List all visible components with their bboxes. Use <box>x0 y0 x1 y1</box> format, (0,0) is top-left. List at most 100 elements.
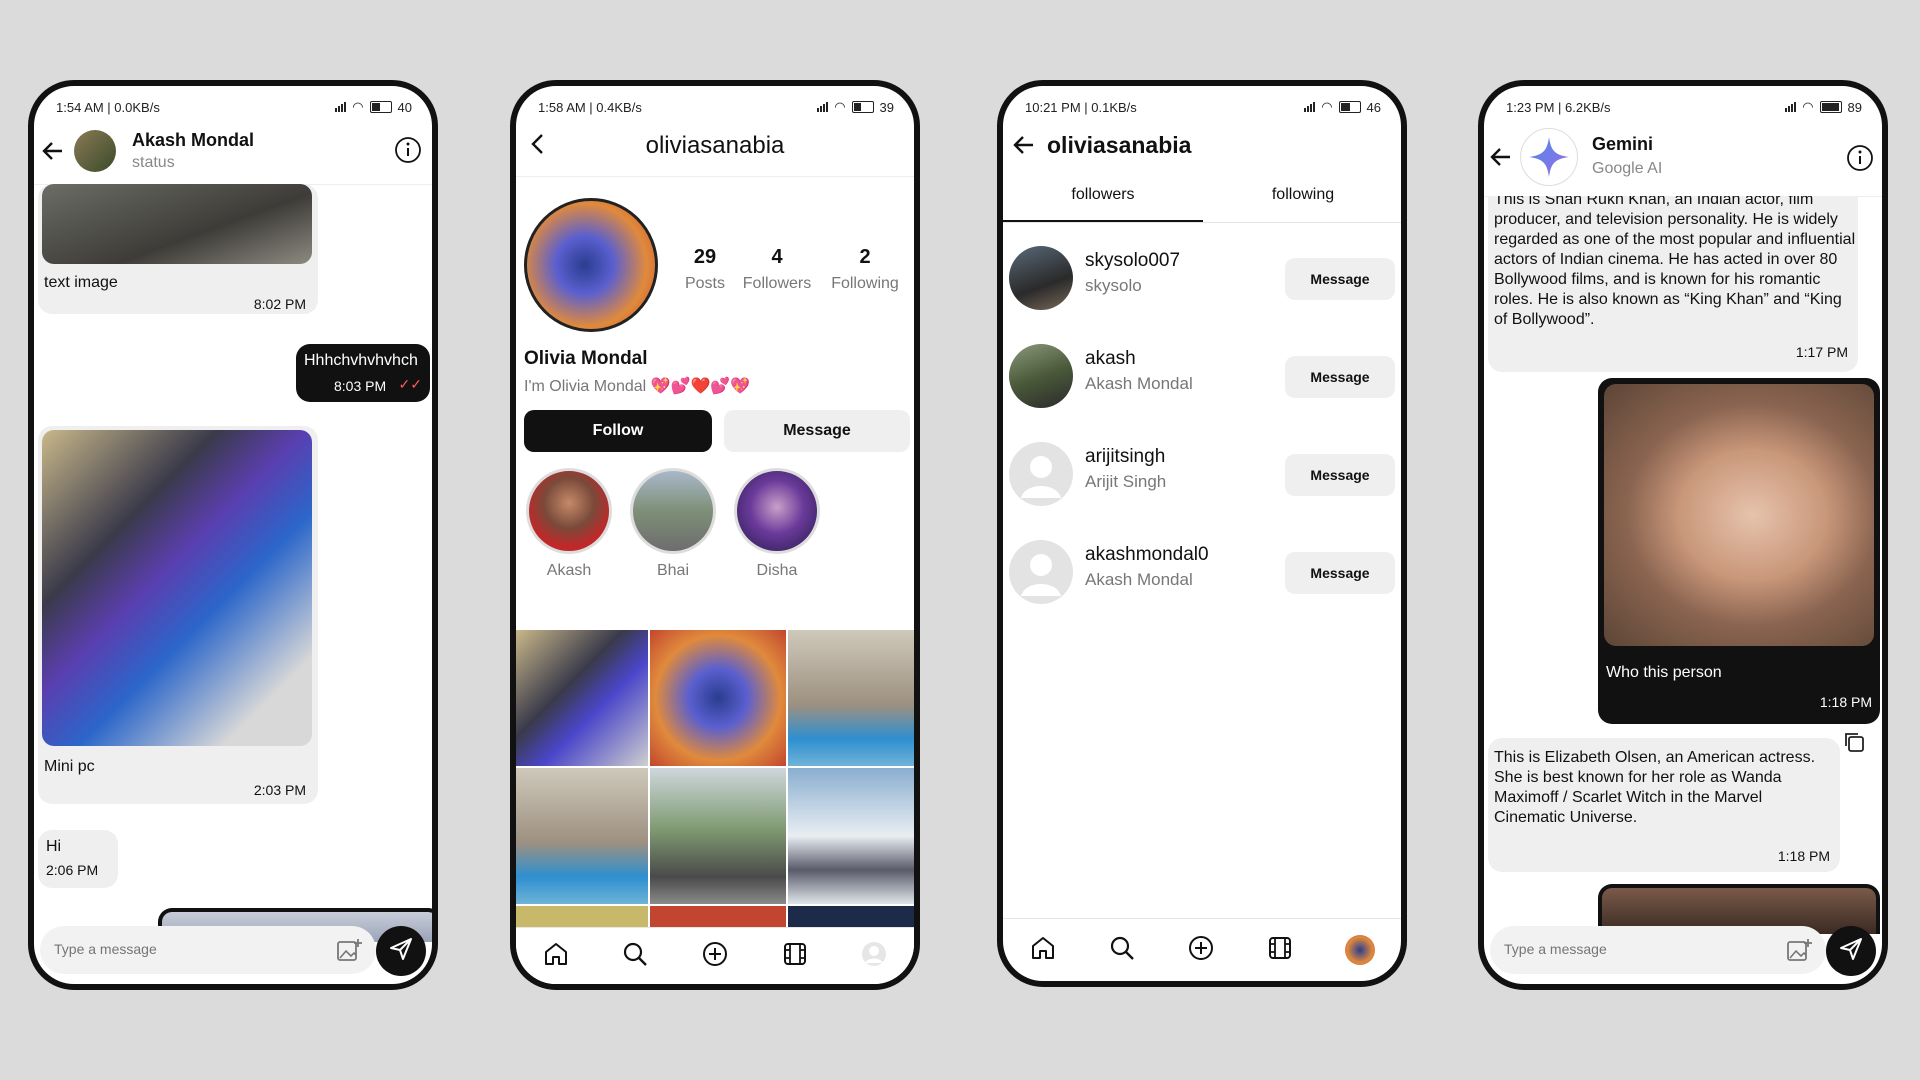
post-thumbnail[interactable] <box>516 630 648 766</box>
message-time: 1:18 PM <box>1819 694 1872 710</box>
message-text: Who this person <box>1606 664 1722 681</box>
stat-followers-value: 4 <box>771 246 783 268</box>
message-text: This is Shah Rukh Khan, an Indian actor,… <box>1494 196 1856 328</box>
post-thumbnail[interactable] <box>650 768 786 904</box>
send-icon <box>388 936 414 967</box>
message-image[interactable] <box>42 184 312 264</box>
phone-chat-akash: 1:54 AM | 0.0KB/s ◠ 40 Akash Mondal stat… <box>28 80 438 990</box>
list-item[interactable]: akash Akash Mondal Message <box>1003 330 1401 428</box>
message-input-bar[interactable] <box>40 926 376 974</box>
followers-list: skysolo007 skysolo Message akash Akash M… <box>1003 232 1401 632</box>
message-image[interactable] <box>42 430 312 746</box>
gemini-sparkle-icon[interactable] <box>1520 128 1578 186</box>
stat-following-label: Following <box>831 275 899 292</box>
message-time: 2:03 PM <box>253 782 306 798</box>
chat-name[interactable]: Gemini <box>1592 134 1653 155</box>
message-input[interactable] <box>52 940 326 958</box>
stat-following-value: 2 <box>859 246 871 268</box>
tab-following[interactable]: following <box>1203 186 1401 204</box>
list-item[interactable]: akashmondal0 Akash Mondal Message <box>1003 526 1401 624</box>
attach-image-icon[interactable] <box>336 938 362 967</box>
highlight-avatar <box>630 468 716 554</box>
default-avatar-icon <box>1009 442 1073 506</box>
avatar <box>1009 344 1073 408</box>
status-bar: 10:21 PM | 0.1KB/s ◠ 46 <box>1025 94 1381 120</box>
message-time: 2:06 PM <box>46 862 99 878</box>
search-icon[interactable] <box>1108 934 1136 967</box>
back-arrow-icon[interactable] <box>1011 132 1037 163</box>
status-icons: ◠ 39 <box>817 99 894 115</box>
send-button[interactable] <box>376 926 426 976</box>
message-button[interactable]: Message <box>1285 454 1395 496</box>
default-avatar-icon <box>1009 540 1073 604</box>
message-input[interactable] <box>1502 940 1776 958</box>
tab-followers[interactable]: followers <box>1003 186 1203 204</box>
chat-subtitle: Google AI <box>1592 160 1663 177</box>
posts-grid <box>516 630 914 930</box>
signal-icon <box>1304 102 1316 112</box>
stat-following[interactable]: 2 Following <box>822 246 908 293</box>
status-time: 10:21 PM | 0.1KB/s <box>1025 99 1137 115</box>
post-thumbnail[interactable] <box>788 768 914 904</box>
message-button[interactable]: Message <box>1285 258 1395 300</box>
profile-avatar-icon[interactable] <box>1345 935 1376 965</box>
signal-icon <box>335 102 347 112</box>
status-icons: ◠ 89 <box>1785 99 1862 115</box>
profile-stats: 29 Posts 4 Followers 2 Following <box>678 246 908 296</box>
list-item[interactable]: arijitsingh Arijit Singh Message <box>1003 428 1401 526</box>
copy-icon[interactable] <box>1842 730 1866 759</box>
back-arrow-icon[interactable] <box>40 138 66 169</box>
highlight-item[interactable]: Akash <box>522 468 616 580</box>
post-thumbnail[interactable] <box>516 768 648 904</box>
message-time: 1:18 PM <box>1777 848 1830 864</box>
highlight-item[interactable]: Bhai <box>626 468 720 580</box>
battery-level: 89 <box>1847 99 1862 115</box>
message-bubble-incoming[interactable]: This is Shah Rukh Khan, an Indian actor,… <box>1488 196 1858 372</box>
message-text: This is Elizabeth Olsen, an American act… <box>1494 749 1816 826</box>
message-bubble-incoming[interactable]: Mini pc 2:03 PM <box>38 426 318 804</box>
add-post-icon[interactable] <box>701 940 729 973</box>
message-bubble-incoming[interactable]: This is Elizabeth Olsen, an American act… <box>1488 738 1840 872</box>
message-button[interactable]: Message <box>1285 552 1395 594</box>
profile-icon[interactable] <box>860 940 888 973</box>
message-bubble-outgoing[interactable]: Who this person 1:18 PM <box>1598 378 1880 724</box>
avatar[interactable] <box>74 130 116 172</box>
wifi-icon: ◠ <box>1321 99 1333 114</box>
message-bubble-incoming[interactable]: Hi 2:06 PM <box>38 830 118 888</box>
reels-icon[interactable] <box>1266 934 1294 967</box>
message-image[interactable] <box>1604 384 1874 646</box>
message-button[interactable]: Message <box>1285 356 1395 398</box>
message-bubble-outgoing[interactable]: Hhhchvhvhvhch 8:03 PM ✓✓ <box>296 344 430 402</box>
profile-avatar[interactable] <box>524 198 658 332</box>
home-icon[interactable] <box>542 940 570 973</box>
attach-image-icon[interactable] <box>1786 938 1812 967</box>
message-bubble-incoming[interactable]: text image 8:02 PM <box>38 184 318 314</box>
reels-icon[interactable] <box>781 940 809 973</box>
highlight-item[interactable]: Disha <box>730 468 824 580</box>
post-thumbnail[interactable] <box>650 630 786 766</box>
stat-followers[interactable]: 4 Followers <box>734 246 820 293</box>
send-button[interactable] <box>1826 926 1876 976</box>
search-icon[interactable] <box>621 940 649 973</box>
profile-bio: I'm Olivia Mondal 💖💕❤️💕💖 <box>524 378 751 395</box>
home-icon[interactable] <box>1029 934 1057 967</box>
message-text: text image <box>44 274 118 291</box>
message-time: 8:03 PM <box>334 378 387 394</box>
stat-posts[interactable]: 29 Posts <box>678 246 732 293</box>
follow-button[interactable]: Follow <box>524 410 712 452</box>
chat-name[interactable]: Akash Mondal <box>132 130 254 151</box>
header-divider <box>516 176 914 177</box>
add-post-icon[interactable] <box>1187 934 1215 967</box>
highlight-avatar <box>526 468 612 554</box>
highlight-avatar <box>734 468 820 554</box>
info-icon[interactable] <box>1846 144 1874 177</box>
message-input-bar[interactable] <box>1490 926 1826 974</box>
list-item[interactable]: skysolo007 skysolo Message <box>1003 232 1401 330</box>
info-icon[interactable] <box>394 136 422 169</box>
message-button[interactable]: Message <box>724 410 910 452</box>
post-thumbnail[interactable] <box>788 630 914 766</box>
follower-fullname: Arijit Singh <box>1085 472 1167 491</box>
back-arrow-icon[interactable] <box>1488 144 1514 175</box>
read-receipt-icon: ✓✓ <box>398 376 422 392</box>
follower-fullname: skysolo <box>1085 276 1142 295</box>
